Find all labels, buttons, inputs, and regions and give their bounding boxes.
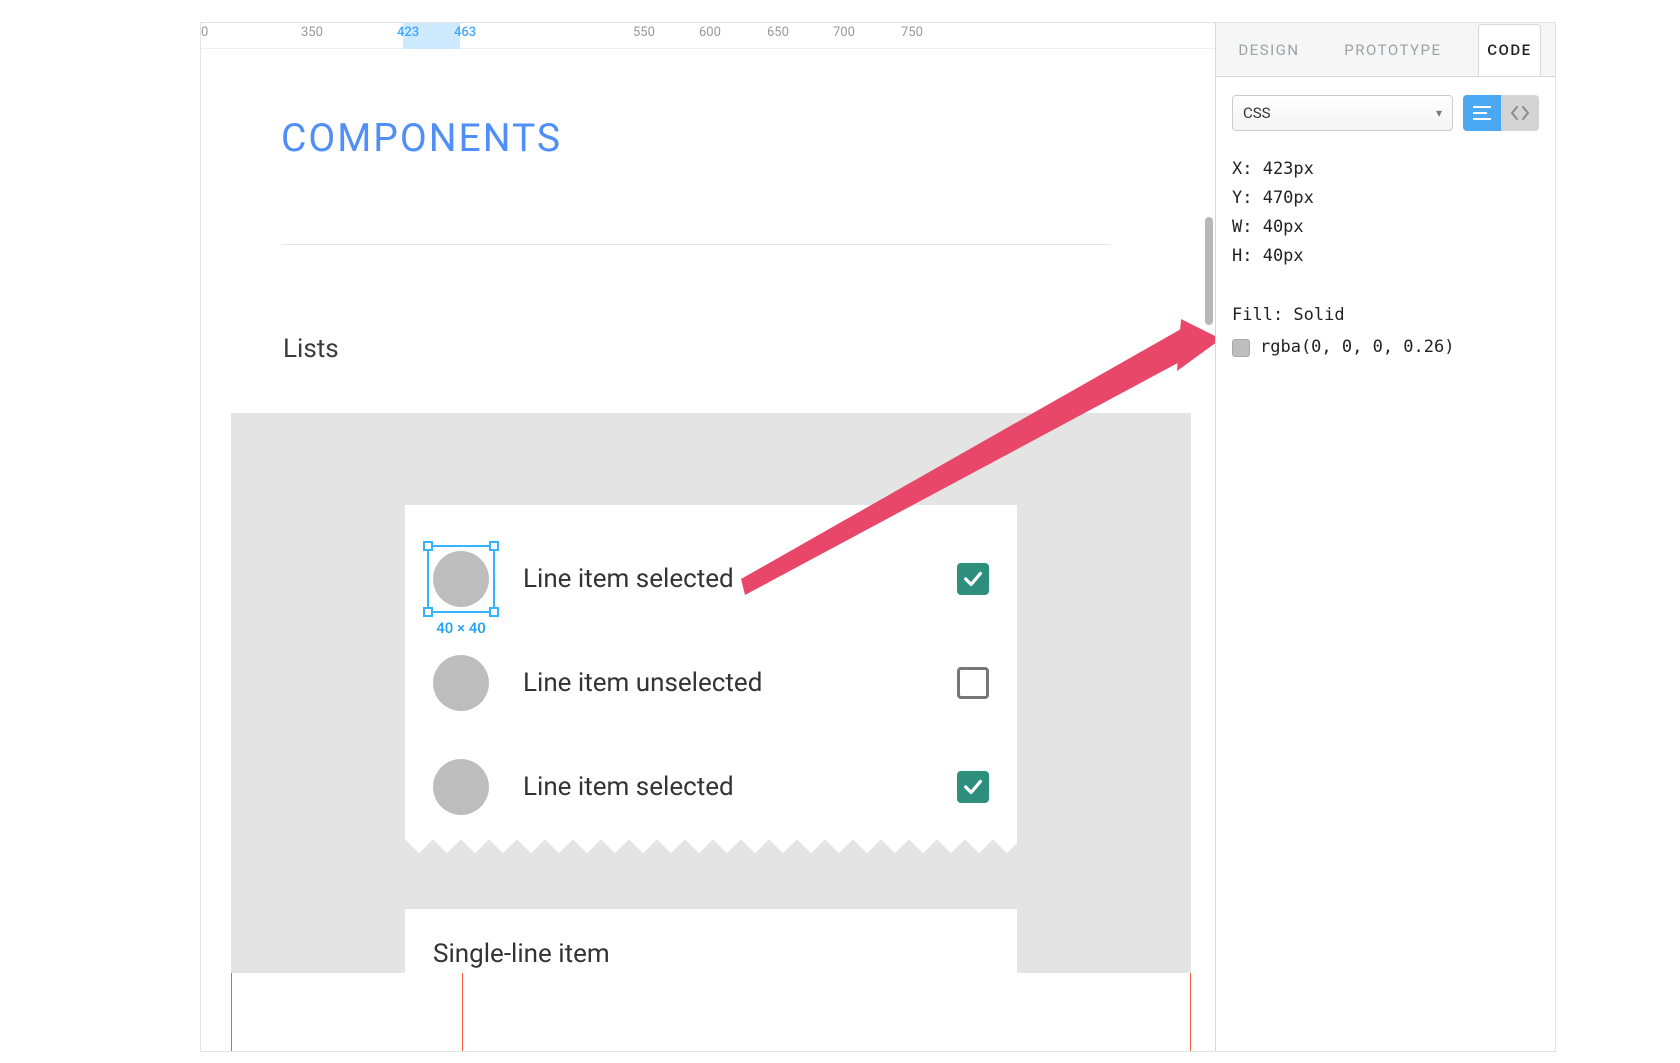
ruler-tick: 350	[301, 25, 323, 40]
list-item-label: Line item unselected	[523, 668, 957, 698]
ruler-tick: 750	[901, 25, 923, 40]
inspector-body: CSS ▾	[1216, 77, 1555, 380]
divider	[281, 244, 1111, 245]
fill-properties: Fill: Solid rgba(0, 0, 0, 0.26)	[1232, 301, 1539, 363]
prop-w: W: 40px	[1232, 213, 1539, 242]
list-item-label: Line item selected	[523, 772, 957, 802]
prop-h: H: 40px	[1232, 242, 1539, 271]
fill-label: Fill: Solid	[1232, 301, 1539, 330]
color-swatch[interactable]	[1232, 339, 1250, 357]
page-title: COMPONENTS	[281, 115, 562, 161]
list-row[interactable]: Line item unselected	[405, 631, 1017, 735]
check-icon	[962, 776, 984, 798]
horizontal-ruler[interactable]: 0 350 423 463 550 600 650 700 750	[201, 23, 1215, 49]
scrollbar-vertical[interactable]	[1205, 217, 1213, 325]
selection-handle[interactable]	[489, 607, 499, 617]
inspector-tabbar: DESIGN PROTOTYPE CODE	[1216, 23, 1555, 77]
tab-code[interactable]: CODE	[1478, 24, 1540, 76]
selection-handle[interactable]	[423, 541, 433, 551]
code-format-dropdown[interactable]: CSS ▾	[1232, 95, 1453, 131]
check-icon	[962, 568, 984, 590]
inspector-panel: DESIGN PROTOTYPE CODE CSS ▾	[1215, 23, 1555, 1051]
tab-prototype[interactable]: PROTOTYPE	[1336, 25, 1449, 75]
geometry-properties: X: 423px Y: 470px W: 40px H: 40px	[1232, 155, 1539, 271]
checkbox-checked[interactable]	[957, 771, 989, 803]
prop-y: Y: 470px	[1232, 184, 1539, 213]
chevron-down-icon: ▾	[1436, 106, 1442, 120]
list-item-label: Line item selected	[523, 564, 957, 594]
list-row[interactable]: Line item selected	[405, 735, 1017, 839]
checkbox-unchecked[interactable]	[957, 667, 989, 699]
ruler-tick: 700	[833, 25, 855, 40]
ruler-tick: 550	[633, 25, 655, 40]
canvas[interactable]: COMPONENTS Lists 76 92	[201, 49, 1215, 1051]
avatar-circle[interactable]	[433, 759, 489, 815]
prop-x: X: 423px	[1232, 155, 1539, 184]
view-toggle	[1463, 95, 1539, 131]
checkbox-checked[interactable]	[957, 563, 989, 595]
text-lines-icon	[1473, 106, 1491, 120]
ruler-tick: 650	[767, 25, 789, 40]
selection-box: 40 × 40	[427, 545, 495, 613]
ruler-tick-selected: 423	[397, 25, 419, 40]
list-row[interactable]: 40 × 40 Line item selected	[405, 527, 1017, 631]
torn-edge	[405, 839, 1017, 859]
design-tool-window: 0 350 423 463 550 600 650 700 750 COMPON…	[200, 22, 1556, 1052]
list-card: 40 × 40 Line item selected Line item uns…	[405, 505, 1017, 859]
view-code-button[interactable]	[1501, 95, 1539, 131]
code-brackets-icon	[1510, 106, 1530, 120]
view-text-button[interactable]	[1463, 95, 1501, 131]
ruler-tick: 0	[201, 25, 208, 40]
tab-design[interactable]: DESIGN	[1230, 25, 1307, 75]
single-line-card[interactable]: Single-line item	[405, 909, 1017, 973]
lists-artboard[interactable]: 40 × 40 Line item selected Line item uns…	[231, 413, 1191, 973]
dropdown-value: CSS	[1243, 104, 1271, 122]
canvas-column: 0 350 423 463 550 600 650 700 750 COMPON…	[201, 23, 1215, 1051]
avatar-circle[interactable]	[433, 655, 489, 711]
ruler-tick: 600	[699, 25, 721, 40]
selection-handle[interactable]	[423, 607, 433, 617]
single-line-label: Single-line item	[433, 939, 610, 969]
section-heading: Lists	[283, 334, 339, 364]
ruler-tick-selected: 463	[454, 25, 476, 40]
fill-value: rgba(0, 0, 0, 0.26)	[1260, 333, 1454, 362]
selection-handle[interactable]	[489, 541, 499, 551]
avatar-circle[interactable]: 40 × 40	[433, 551, 489, 607]
